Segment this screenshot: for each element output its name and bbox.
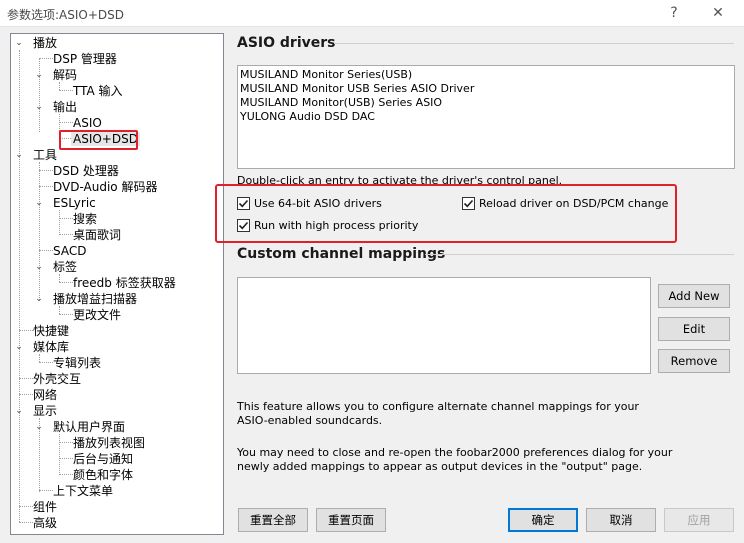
tree-item-advanced[interactable]: 高级 <box>33 515 57 531</box>
tree-item-media-library[interactable]: 媒体库 <box>33 339 69 355</box>
tree-item-colors-fonts[interactable]: 颜色和字体 <box>73 467 133 483</box>
tree-item-search[interactable]: 搜索 <box>73 211 97 227</box>
tree-item-modify-files[interactable]: 更改文件 <box>73 307 121 323</box>
mappings-reopen-text: You may need to close and re-open the fo… <box>237 446 673 473</box>
tree-item-dvd-audio-decoder[interactable]: DVD-Audio 解码器 <box>53 179 157 195</box>
channel-mappings-heading: Custom channel mappings <box>237 246 446 262</box>
list-item[interactable]: MUSILAND Monitor USB Series ASIO Driver <box>238 82 734 96</box>
add-new-button[interactable]: Add New <box>658 284 730 308</box>
edit-button[interactable]: Edit <box>658 317 730 341</box>
list-item[interactable]: YULONG Audio DSD DAC <box>238 110 734 124</box>
tree-item-context-menu[interactable]: 上下文菜单 <box>53 483 113 499</box>
checkbox-highlight-box <box>215 184 677 243</box>
list-item[interactable]: MUSILAND Monitor Series(USB) <box>238 68 734 82</box>
chevron-down-icon[interactable]: ⌄ <box>14 36 24 52</box>
tree-item-dsp-manager[interactable]: DSP 管理器 <box>53 51 117 67</box>
chevron-down-icon[interactable]: ⌄ <box>34 196 44 212</box>
chevron-down-icon[interactable]: ⌄ <box>34 260 44 276</box>
tree-item-decoding[interactable]: 解码 <box>53 67 77 83</box>
tree-item-desktop-lyrics[interactable]: 桌面歌词 <box>73 227 121 243</box>
tree-item-shell-integration[interactable]: 外壳交互 <box>33 371 81 387</box>
chevron-down-icon[interactable]: ⌄ <box>34 100 44 116</box>
chevron-down-icon[interactable]: ⌄ <box>14 340 24 356</box>
cancel-button[interactable]: 取消 <box>586 508 656 532</box>
reset-page-button[interactable]: 重置页面 <box>316 508 386 532</box>
tree-item-playlist-view[interactable]: 播放列表视图 <box>73 435 145 451</box>
tree-item-eslyric[interactable]: ESLyric <box>53 195 96 211</box>
reset-all-button[interactable]: 重置全部 <box>238 508 308 532</box>
chevron-down-icon[interactable]: ⌄ <box>34 420 44 436</box>
list-item[interactable]: MUSILAND Monitor(USB) Series ASIO <box>238 96 734 110</box>
tree-item-replaygain-scanner[interactable]: 播放增益扫描器 <box>53 291 137 307</box>
tree-item-freedb[interactable]: freedb 标签获取器 <box>73 275 176 291</box>
tree-item-default-ui[interactable]: 默认用户界面 <box>53 419 125 435</box>
tree-item-dsd-processor[interactable]: DSD 处理器 <box>53 163 119 179</box>
tree-item-display[interactable]: 显示 <box>33 403 57 419</box>
tree-item-sacd[interactable]: SACD <box>53 243 86 259</box>
tree-item-tta-input[interactable]: TTA 输入 <box>73 83 123 99</box>
tree-item-playback[interactable]: 播放 <box>33 35 57 51</box>
preferences-tree[interactable]: ⌄ 播放 DSP 管理器 ⌄ 解码 TTA 输入 ⌄ 输出 ASIO ASIO+… <box>10 33 224 535</box>
tree-item-output[interactable]: 输出 <box>53 99 77 115</box>
chevron-down-icon[interactable]: ⌄ <box>14 148 24 164</box>
asio-drivers-heading: ASIO drivers <box>237 35 336 51</box>
chevron-down-icon[interactable]: ⌄ <box>14 404 24 420</box>
chevron-down-icon[interactable]: ⌄ <box>34 292 44 308</box>
tree-item-components[interactable]: 组件 <box>33 499 57 515</box>
close-button[interactable]: ✕ <box>706 2 730 24</box>
tree-item-tags[interactable]: 标签 <box>53 259 77 275</box>
remove-button[interactable]: Remove <box>658 349 730 373</box>
ok-button[interactable]: 确定 <box>508 508 578 532</box>
asio-driver-list[interactable]: MUSILAND Monitor Series(USB) MUSILAND Mo… <box>237 65 735 169</box>
tree-item-networking[interactable]: 网络 <box>33 387 57 403</box>
tree-item-album-list[interactable]: 专辑列表 <box>53 355 101 371</box>
tree-item-shortcuts[interactable]: 快捷键 <box>33 323 69 339</box>
window-title: 参数选项:ASIO+DSD <box>7 8 125 22</box>
channel-mappings-list[interactable] <box>237 277 651 374</box>
tree-item-asio[interactable]: ASIO <box>73 115 102 131</box>
selection-highlight-box <box>59 130 138 150</box>
title-bar: 参数选项:ASIO+DSD ? ✕ <box>0 0 744 27</box>
apply-button[interactable]: 应用 <box>664 508 734 532</box>
tree-item-background-notifications[interactable]: 后台与通知 <box>73 451 133 467</box>
mappings-info-text: This feature allows you to configure alt… <box>237 400 639 427</box>
section-divider <box>425 254 734 255</box>
help-button[interactable]: ? <box>662 2 686 24</box>
chevron-down-icon[interactable]: ⌄ <box>34 68 44 84</box>
section-divider <box>334 43 734 44</box>
tree-item-tools[interactable]: 工具 <box>33 147 57 163</box>
